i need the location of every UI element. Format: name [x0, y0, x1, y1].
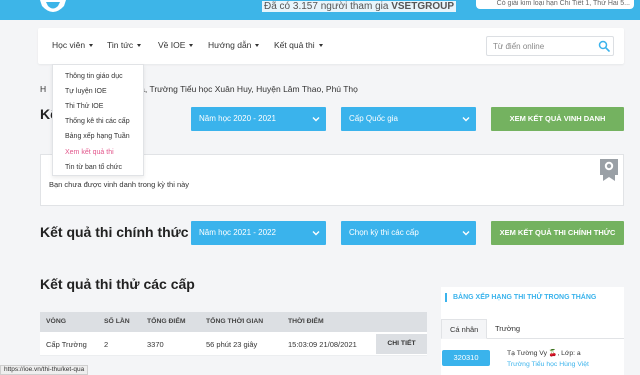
participants-counter: Đã có 3.157 người tham gia VSETGROUP — [262, 1, 457, 12]
ranking-tabs: Cá nhân Trường — [441, 319, 624, 339]
nav-item-ve-ioe[interactable]: Về IOE — [158, 40, 194, 50]
honor-level-select[interactable]: Cấp Quốc gia — [341, 107, 476, 131]
caret-down-icon — [189, 44, 194, 48]
column-header: TỔNG THỜI GIAN — [206, 318, 264, 325]
view-honor-results-button[interactable]: XEM KẾT QUẢ VINH DANH — [491, 107, 624, 131]
menu-item-education-info[interactable]: Thông tin giáo dục — [65, 73, 123, 80]
official-year-select[interactable]: Năm học 2021 - 2022 — [191, 221, 326, 245]
nav-item-tin-tuc[interactable]: Tin tức — [107, 40, 142, 50]
logo-icon[interactable] — [36, 0, 70, 16]
nav-item-hoc-vien[interactable]: Học viên — [52, 40, 94, 50]
column-header: SỐ LẦN — [104, 318, 130, 325]
caret-down-icon — [137, 44, 142, 48]
menu-item-view-results[interactable]: Xem kết quả thi — [65, 149, 114, 156]
ranking-title: BẢNG XẾP HẠNG THI THỬ TRONG THÁNG — [445, 293, 596, 302]
nav-item-ket-qua-thi[interactable]: Kết quả thi — [274, 40, 323, 50]
user-info-box[interactable]: Có giải kim loại hạn Chi Tiết 1, Thứ Hai… — [476, 0, 634, 9]
menu-item-self-practice[interactable]: Tự luyện IOE — [65, 88, 107, 95]
time-cell: 56 phút 23 giây — [206, 340, 258, 349]
tab-individual[interactable]: Cá nhân — [441, 319, 488, 339]
trial-results-title: Kết quả thi thử các cấp — [40, 276, 195, 292]
menu-item-organizer-news[interactable]: Tin từ ban tổ chức — [65, 164, 122, 171]
attempts-cell: 2 — [104, 340, 109, 349]
honor-year-select[interactable]: Năm học 2020 - 2021 — [191, 107, 326, 131]
chevron-down-icon — [462, 231, 470, 236]
table-row: Cấp Trường 2 3370 56 phút 23 giây 15:03:… — [40, 332, 427, 356]
column-header: TỔNG ĐIỂM — [147, 318, 186, 325]
menu-item-weekly-ranking[interactable]: Bảng xếp hạng Tuần — [65, 133, 130, 140]
dictionary-search-input[interactable] — [487, 37, 595, 55]
tab-school[interactable]: Trường — [487, 319, 528, 339]
timestamp-cell: 15:03:09 21/08/2021 — [288, 340, 357, 349]
chevron-down-icon — [312, 231, 320, 236]
score-cell: 3370 — [147, 340, 164, 349]
column-header: VÒNG — [46, 318, 67, 325]
official-results-title: Kết quả thi chính thức — [40, 224, 189, 240]
nav-item-huong-dan[interactable]: Hướng dẫn — [208, 40, 260, 50]
caret-down-icon — [89, 44, 94, 48]
round-cell: Cấp Trường — [46, 340, 87, 349]
search-icon[interactable] — [598, 40, 610, 52]
official-round-select[interactable]: Chọn kỳ thi các cấp — [341, 221, 476, 245]
menu-item-trial-exam[interactable]: Thi Thử IOE — [65, 103, 103, 110]
chevron-down-icon — [462, 117, 470, 122]
monthly-ranking-panel: BẢNG XẾP HẠNG THI THỬ TRONG THÁNG Cá nhâ… — [441, 287, 624, 375]
column-header: THỜI ĐIỂM — [288, 318, 324, 325]
menu-item-exam-statistics[interactable]: Thống kê thi các cấp — [65, 118, 130, 125]
main-navbar: Học viên Tin tức Về IOE Hướng dẫn Kết qu… — [38, 28, 624, 64]
ranking-score-badge: 320310 — [442, 350, 490, 366]
caret-down-icon — [255, 44, 260, 48]
search-box — [486, 36, 614, 56]
table-header-row: VÒNG SỐ LẦN TỔNG ĐIỂM TỔNG THỜI GIAN THỜ… — [40, 312, 427, 332]
award-ribbon-icon — [600, 159, 618, 181]
detail-button[interactable]: CHI TIẾT — [376, 334, 427, 354]
status-bar-url: https://ioe.vn/thi-thu/ket-qua — [0, 365, 89, 375]
student-dropdown-menu: Thông tin giáo dục Tự luyện IOE Thi Thử … — [52, 64, 144, 176]
trial-results-table: VÒNG SỐ LẦN TỔNG ĐIỂM TỔNG THỜI GIAN THỜ… — [40, 312, 427, 356]
honor-empty-message: Bạn chưa được vinh danh trong kỳ thi này — [49, 180, 190, 189]
ranking-school-link[interactable]: Trường Tiểu học Hùng Việt — [507, 361, 589, 368]
ranking-student-name[interactable]: Tạ Tường Vy 🍒, Lớp: a — [507, 349, 581, 357]
view-official-results-button[interactable]: XEM KẾT QUẢ THI CHÍNH THỨC — [491, 221, 624, 245]
caret-down-icon — [318, 44, 323, 48]
chevron-down-icon — [312, 117, 320, 122]
